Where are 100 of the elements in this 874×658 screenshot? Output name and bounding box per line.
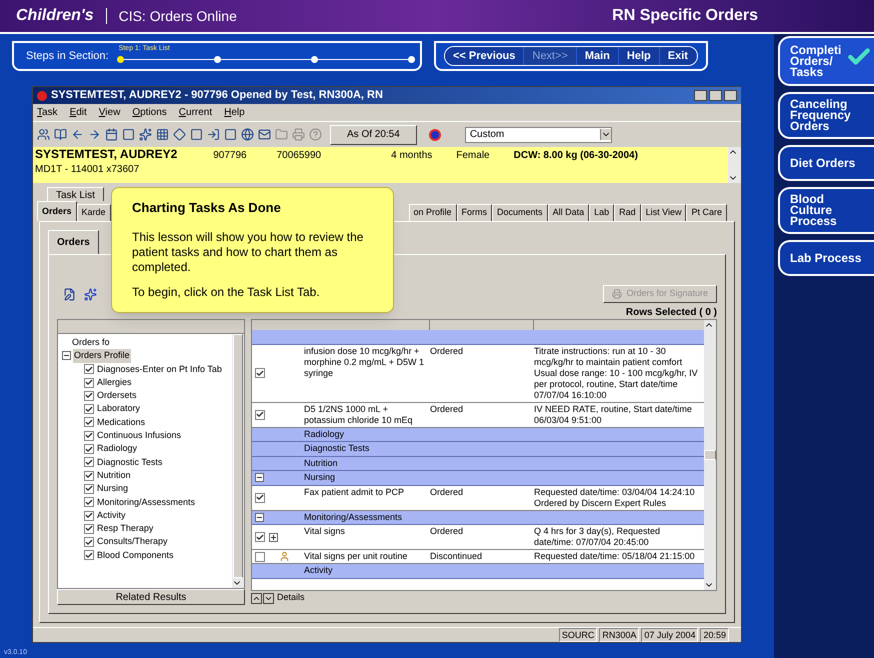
checkbox[interactable] bbox=[255, 552, 265, 562]
tree-item[interactable]: Ordersets bbox=[97, 389, 137, 402]
group-row[interactable]: Diagnostic Tests bbox=[252, 442, 704, 456]
tab[interactable]: Orders bbox=[48, 230, 99, 254]
scroll-thumb[interactable] bbox=[704, 450, 716, 460]
close-button[interactable] bbox=[724, 90, 737, 101]
menu-item[interactable]: Task bbox=[37, 105, 58, 120]
tab[interactable]: Karde bbox=[76, 204, 111, 221]
tab[interactable]: Documents bbox=[492, 204, 548, 221]
side-tab[interactable]: Completi Orders/ Tasks bbox=[778, 36, 874, 86]
side-tab[interactable]: Blood Culture Process bbox=[778, 187, 874, 234]
checkbox[interactable] bbox=[84, 524, 94, 534]
checkbox[interactable] bbox=[84, 470, 94, 481]
tab[interactable]: List View bbox=[640, 204, 686, 221]
tree-item[interactable]: Continuous Infusions bbox=[97, 429, 182, 442]
tab[interactable]: All Data bbox=[548, 204, 590, 221]
checkbox[interactable] bbox=[84, 497, 94, 508]
checkbox[interactable] bbox=[84, 484, 94, 494]
tab[interactable]: Lab bbox=[589, 204, 614, 221]
nav-button[interactable]: Exit bbox=[660, 47, 697, 65]
checkbox[interactable] bbox=[84, 417, 94, 428]
calendar-icon[interactable] bbox=[105, 128, 118, 141]
group-row[interactable]: Activity bbox=[252, 564, 704, 578]
group-row[interactable]: Radiology bbox=[252, 428, 704, 442]
tree-item[interactable]: Nutrition bbox=[97, 468, 131, 482]
menu-item[interactable]: View bbox=[98, 105, 120, 120]
checkbox[interactable] bbox=[84, 444, 94, 454]
globe-icon[interactable] bbox=[241, 128, 254, 141]
menu-item[interactable]: Edit bbox=[70, 105, 87, 120]
tree-item[interactable]: Resp Therapy bbox=[97, 522, 154, 536]
checkbox[interactable] bbox=[255, 410, 265, 420]
mail-icon[interactable] bbox=[258, 128, 271, 141]
checkbox[interactable] bbox=[84, 457, 94, 468]
order-row[interactable]: Vital signs Ordered Q 4 hrs for 3 day(s), Requested date/time: 07/07/04 20:45:00 bbox=[252, 525, 704, 550]
checkbox[interactable] bbox=[84, 430, 94, 441]
collapse-icon[interactable] bbox=[255, 473, 264, 482]
tree-item[interactable]: Orders Profile bbox=[73, 349, 131, 363]
tab[interactable]: Task List bbox=[47, 187, 104, 201]
expand-icon[interactable] bbox=[269, 532, 278, 542]
door-icon[interactable] bbox=[207, 128, 220, 141]
tree-item[interactable]: Nursing bbox=[97, 482, 128, 496]
square-icon[interactable] bbox=[190, 128, 203, 141]
sparkle-icon[interactable] bbox=[84, 288, 97, 300]
square-icon[interactable] bbox=[122, 128, 135, 141]
tree-item[interactable]: Allergies bbox=[97, 376, 132, 390]
checkbox[interactable] bbox=[84, 510, 94, 520]
group-row[interactable]: Nursing bbox=[252, 471, 704, 486]
minimize-button[interactable] bbox=[694, 90, 707, 101]
collapse-icon[interactable] bbox=[255, 512, 264, 522]
tab[interactable]: Rad bbox=[614, 204, 641, 221]
checkbox[interactable] bbox=[84, 537, 94, 548]
back-arrow-icon[interactable] bbox=[71, 128, 84, 141]
tree-item[interactable]: Radiology bbox=[97, 442, 138, 456]
edit-icon[interactable] bbox=[63, 288, 76, 300]
tree-item[interactable]: Orders fo bbox=[72, 337, 110, 347]
tree-item[interactable]: Activity bbox=[97, 508, 126, 522]
book-icon[interactable] bbox=[54, 128, 67, 141]
side-tab[interactable]: Canceling Frequency Orders bbox=[778, 92, 874, 139]
window-icon[interactable] bbox=[224, 128, 237, 141]
grid-icon[interactable] bbox=[156, 128, 169, 141]
people-icon[interactable] bbox=[37, 128, 50, 141]
nav-button[interactable]: Main bbox=[576, 47, 619, 65]
scroll-thumb[interactable] bbox=[233, 334, 243, 578]
checkbox[interactable] bbox=[255, 368, 265, 378]
menu-item[interactable]: Current bbox=[178, 105, 212, 120]
side-tab[interactable]: Diet Orders bbox=[778, 145, 874, 181]
checkbox[interactable] bbox=[84, 550, 94, 560]
related-results-button[interactable]: Related Results bbox=[57, 589, 245, 605]
group-row[interactable]: Monitoring/Assessments bbox=[252, 510, 704, 525]
tree-item[interactable]: Laboratory bbox=[97, 402, 140, 416]
tree-item[interactable]: Diagnoses-Enter on Pt Info Tab bbox=[97, 362, 222, 376]
menu-item[interactable]: Help bbox=[224, 105, 245, 120]
tree-item[interactable]: Monitoring/Assessments bbox=[97, 496, 196, 509]
tree-item[interactable]: Medications bbox=[97, 416, 146, 430]
group-row[interactable]: Nutrition bbox=[252, 456, 704, 471]
tab[interactable]: Forms bbox=[456, 204, 492, 221]
tree-item[interactable]: Blood Components bbox=[97, 548, 174, 562]
view-select[interactable]: Custom bbox=[464, 126, 612, 142]
order-row[interactable] bbox=[252, 344, 704, 402]
checkbox[interactable] bbox=[84, 390, 94, 401]
checkbox[interactable] bbox=[84, 378, 94, 388]
checkbox[interactable] bbox=[255, 492, 265, 502]
checkbox[interactable] bbox=[255, 532, 265, 542]
details-label[interactable]: Details bbox=[277, 591, 305, 605]
tab[interactable]: Pt Care bbox=[686, 204, 727, 221]
checkbox[interactable] bbox=[84, 404, 94, 414]
tab[interactable]: on Profile bbox=[408, 204, 457, 221]
side-tab[interactable]: Lab Process bbox=[778, 240, 874, 276]
as-of-button[interactable]: As Of 20:54 bbox=[330, 124, 417, 144]
record-icon[interactable] bbox=[428, 128, 441, 140]
checkbox[interactable] bbox=[84, 364, 94, 374]
sparkle-icon[interactable] bbox=[139, 128, 152, 141]
forward-arrow-icon[interactable] bbox=[88, 128, 101, 141]
collapse-icon[interactable] bbox=[62, 351, 71, 360]
menu-item[interactable]: Options bbox=[132, 105, 167, 120]
tab[interactable]: Orders bbox=[37, 201, 77, 221]
nav-button[interactable]: << Previous bbox=[445, 47, 524, 65]
tree-item[interactable]: Diagnostic Tests bbox=[97, 456, 162, 469]
nav-button[interactable]: Help bbox=[618, 47, 660, 65]
maximize-button[interactable] bbox=[709, 90, 722, 101]
